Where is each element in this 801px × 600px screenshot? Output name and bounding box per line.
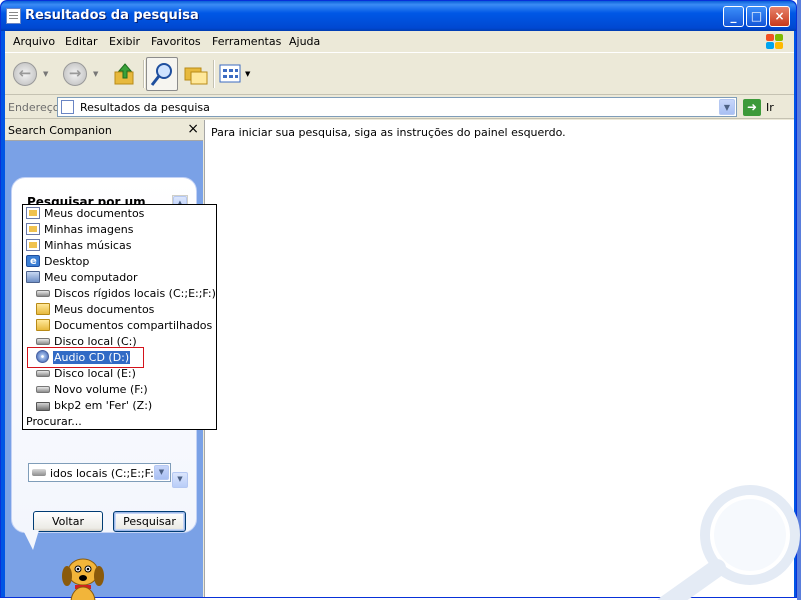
menu-exibir[interactable]: Exibir <box>109 35 140 48</box>
forward-arrow-icon[interactable]: → <box>63 62 87 86</box>
list-item-label: Minhas músicas <box>44 239 132 252</box>
list-item[interactable]: Procurar... <box>26 414 82 430</box>
title-bar[interactable]: Resultados da pesquisa _ □ × <box>1 1 796 31</box>
back-dropdown-icon[interactable]: ▼ <box>43 70 48 78</box>
folders-icon[interactable] <box>183 62 209 86</box>
views-icon[interactable] <box>219 64 243 84</box>
look-in-combobox[interactable]: idos locais (C:;E:;F:) ▼ <box>28 463 171 482</box>
close-button[interactable]: × <box>769 6 790 27</box>
my-pictures-icon <box>26 223 40 235</box>
maximize-button[interactable]: □ <box>746 6 767 27</box>
hard-drive-icon <box>36 386 50 393</box>
views-dropdown-icon[interactable]: ▼ <box>245 70 250 78</box>
list-item-label: Documentos compartilhados <box>54 319 213 332</box>
scroll-down-icon[interactable]: ▼ <box>172 472 188 488</box>
list-item-label: Minhas imagens <box>44 223 134 236</box>
search-results-icon <box>6 8 21 24</box>
list-item-label: Meu computador <box>44 271 138 284</box>
list-item[interactable]: Meu computador <box>26 270 137 286</box>
list-item-label: Novo volume (F:) <box>54 383 148 396</box>
list-item[interactable]: Minhas músicas <box>26 238 131 254</box>
results-message: Para iniciar sua pesquisa, siga as instr… <box>211 126 566 139</box>
list-item[interactable]: Novo volume (F:) <box>36 382 148 398</box>
list-item[interactable]: Desktop <box>26 254 89 270</box>
folder-icon <box>36 319 50 331</box>
hard-drive-icon <box>36 370 50 377</box>
my-documents-icon <box>26 207 40 219</box>
results-pane: Para iniciar sua pesquisa, siga as instr… <box>204 120 800 600</box>
chevron-down-icon[interactable]: ▼ <box>154 465 169 480</box>
go-button[interactable]: Ir <box>766 101 774 114</box>
address-bar: Endereço Resultados da pesquisa ▼ ➜ Ir <box>5 96 794 119</box>
list-item-label: Discos rígidos locais (C:;E:;F:) <box>54 287 216 300</box>
hard-drive-icon <box>36 338 50 345</box>
address-label: Endereço <box>8 101 60 114</box>
search-toggle-button[interactable] <box>146 57 178 91</box>
back-arrow-icon[interactable]: ← <box>13 62 37 86</box>
my-music-icon <box>26 239 40 251</box>
network-drive-icon <box>36 402 50 411</box>
list-item[interactable]: Meus documentos <box>36 302 154 318</box>
hard-drive-icon <box>36 290 50 297</box>
list-item-label: Meus documentos <box>44 207 145 220</box>
list-item-label: Procurar... <box>26 415 82 428</box>
menu-ajuda[interactable]: Ajuda <box>289 35 320 48</box>
folder-icon <box>36 303 50 315</box>
magnifier-watermark-icon <box>657 485 800 600</box>
list-item[interactable]: bkp2 em 'Fer' (Z:) <box>36 398 152 414</box>
list-item[interactable]: Meus documentos <box>26 206 144 222</box>
address-value: Resultados da pesquisa <box>80 101 210 114</box>
list-item-label: bkp2 em 'Fer' (Z:) <box>54 399 153 412</box>
list-item[interactable]: Documentos compartilhados <box>36 318 212 334</box>
hard-drive-icon <box>32 469 46 476</box>
list-item[interactable]: Minhas imagens <box>26 222 133 238</box>
toolbar: ← ▼ → ▼ ▼ <box>5 54 794 95</box>
list-item[interactable]: Discos rígidos locais (C:;E:;F:) <box>36 286 216 302</box>
list-item-label: Disco local (E:) <box>54 367 136 380</box>
menu-editar[interactable]: Editar <box>65 35 98 48</box>
toolbar-separator <box>213 60 214 88</box>
toolbar-separator <box>143 60 144 88</box>
search-icon <box>150 63 172 86</box>
menu-bar: Arquivo Editar Exibir Favoritos Ferramen… <box>5 31 794 53</box>
up-folder-icon[interactable] <box>113 62 137 86</box>
list-item-label: Meus documentos <box>54 303 155 316</box>
chevron-down-icon[interactable]: ▼ <box>719 99 735 115</box>
menu-ferramentas[interactable]: Ferramentas <box>212 35 281 48</box>
my-computer-icon <box>26 271 40 283</box>
search-button[interactable]: Pesquisar <box>113 511 186 532</box>
look-in-dropdown-list[interactable]: Meus documentos Minhas imagens Minhas mú… <box>22 204 217 430</box>
search-dog-icon <box>62 558 104 600</box>
balloon-tail <box>23 530 39 550</box>
close-icon[interactable]: × <box>187 121 199 137</box>
window-title: Resultados da pesquisa <box>25 8 199 23</box>
desktop-icon <box>26 254 40 269</box>
annotation-highlight-box <box>27 347 144 368</box>
list-item[interactable]: Disco local (E:) <box>36 366 136 382</box>
menu-favoritos[interactable]: Favoritos <box>151 35 201 48</box>
go-arrow-icon[interactable]: ➜ <box>743 99 761 116</box>
windows-logo-icon <box>764 33 786 51</box>
pane-header: Search Companion × <box>5 120 203 141</box>
list-item-label: Desktop <box>44 255 90 268</box>
menu-arquivo[interactable]: Arquivo <box>13 35 55 48</box>
address-input[interactable]: Resultados da pesquisa ▼ <box>57 97 737 117</box>
minimize-button[interactable]: _ <box>723 6 744 27</box>
pane-title: Search Companion <box>8 124 112 137</box>
combo-value: idos locais (C:;E:;F:) <box>50 467 159 480</box>
forward-dropdown-icon[interactable]: ▼ <box>93 70 98 78</box>
back-button[interactable]: Voltar <box>33 511 103 532</box>
search-results-icon <box>61 100 74 114</box>
